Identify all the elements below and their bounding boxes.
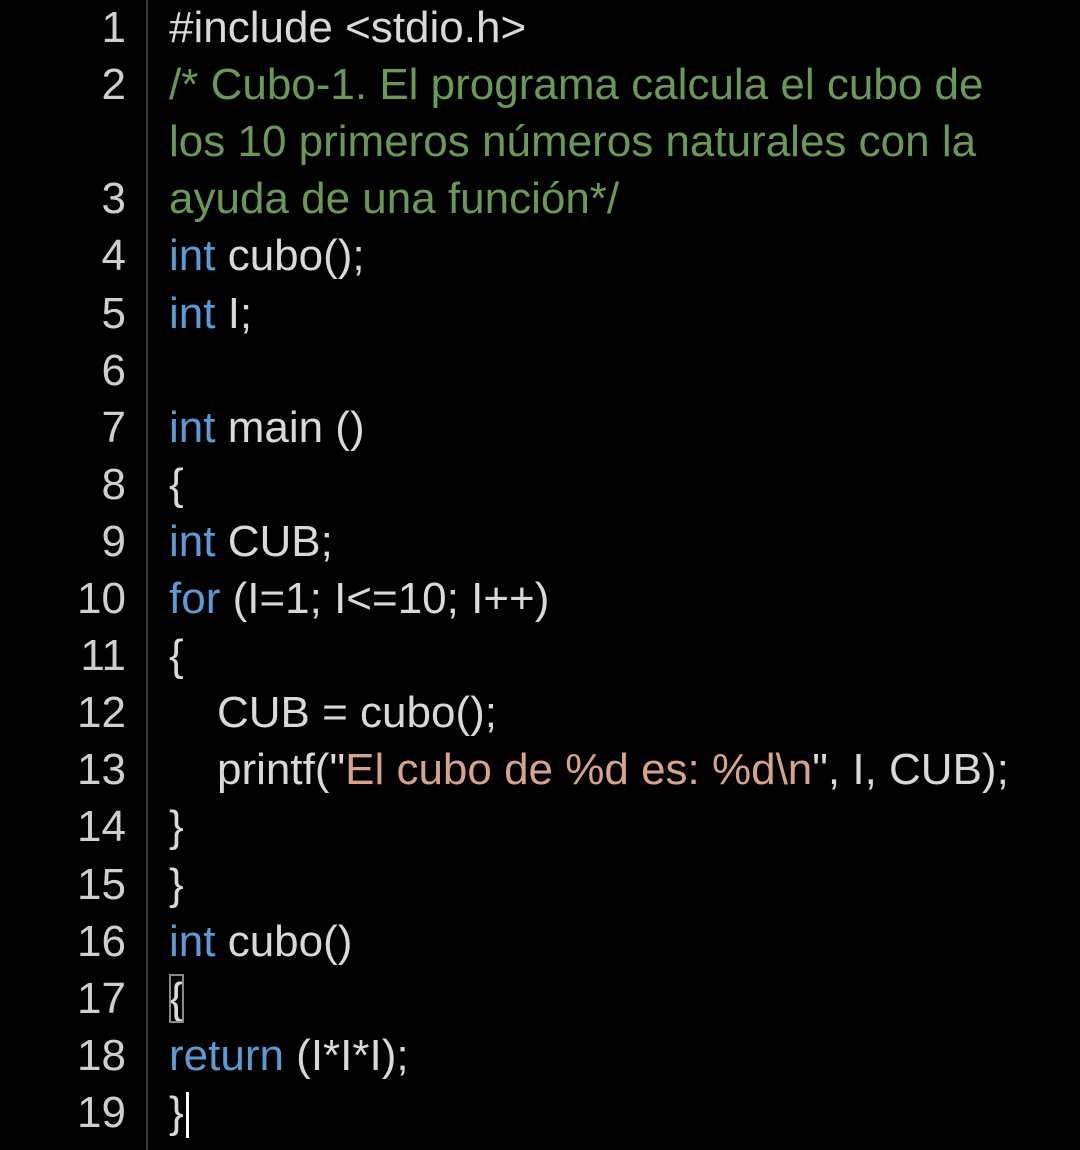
line-code[interactable]: /* Cubo-1. El programa calcula el cubo d… bbox=[169, 56, 983, 113]
keyword-token: int bbox=[169, 916, 216, 966]
code-token: { bbox=[169, 459, 184, 509]
code-token: I; bbox=[215, 288, 253, 338]
line-code[interactable]: { bbox=[169, 456, 184, 513]
line-code[interactable]: los 10 primeros números naturales con la bbox=[169, 113, 976, 170]
code-token: cubo() bbox=[215, 916, 353, 966]
text-cursor bbox=[185, 1092, 189, 1139]
line-code[interactable]: ayuda de una función*/ bbox=[169, 170, 619, 227]
line-number: 1 bbox=[101, 3, 126, 52]
code-token: } bbox=[169, 859, 184, 909]
line-number: 18 bbox=[77, 1030, 126, 1080]
line-number: 9 bbox=[101, 516, 126, 566]
code-token: (I*I*I); bbox=[283, 1030, 409, 1080]
line-number: 7 bbox=[101, 402, 126, 452]
line-number: 17 bbox=[77, 973, 126, 1023]
line-number: 15 bbox=[77, 859, 126, 909]
line-code[interactable]: int cubo() bbox=[169, 913, 352, 970]
code-token: { bbox=[169, 973, 184, 1023]
line-code[interactable]: int CUB; bbox=[169, 513, 333, 570]
keyword-token: int bbox=[169, 516, 216, 566]
comment-token: ayuda de una función*/ bbox=[169, 174, 620, 224]
code-editor[interactable]: 1 #include <stdio.h> 2 /* Cubo-1. El progra… bbox=[0, 0, 1080, 1150]
keyword-token: int bbox=[169, 231, 216, 281]
code-token: ", I, CUB); bbox=[812, 745, 1009, 795]
code-token: main () bbox=[215, 402, 365, 452]
code-token: CUB = cubo(); bbox=[217, 688, 497, 738]
line-code[interactable]: int I; bbox=[169, 285, 252, 342]
code-token: printf(" bbox=[217, 745, 346, 795]
line-code[interactable]: } bbox=[169, 856, 184, 913]
comment-token: /* Cubo-1. El programa calcula el cubo d… bbox=[169, 60, 984, 110]
line-number: 13 bbox=[77, 745, 126, 795]
line-number: 6 bbox=[101, 345, 126, 395]
line-code[interactable]: int main () bbox=[169, 399, 365, 456]
line-code[interactable]: } bbox=[169, 798, 184, 855]
line-code[interactable]: { bbox=[169, 627, 184, 684]
line-code[interactable]: CUB = cubo(); bbox=[217, 684, 497, 741]
keyword-token: int bbox=[169, 402, 216, 452]
line-number: 5 bbox=[101, 288, 126, 338]
keyword-token: for bbox=[169, 574, 221, 623]
line-code[interactable]: { bbox=[169, 970, 184, 1027]
code-token: CUB; bbox=[215, 516, 333, 566]
line-number: 10 bbox=[77, 574, 126, 623]
keyword-token: int bbox=[169, 288, 216, 338]
line-number: 2 bbox=[101, 60, 126, 110]
code-token: cubo(); bbox=[215, 231, 365, 281]
line-number: 12 bbox=[77, 688, 126, 738]
line-number: 19 bbox=[77, 1087, 126, 1137]
line-number: 4 bbox=[101, 231, 126, 281]
code-token: #include <stdio.h> bbox=[169, 3, 527, 52]
line-code[interactable]: printf("El cubo de %d es: %d\n", I, CUB)… bbox=[217, 741, 1009, 798]
code-token: (I=1; I<=10; I++) bbox=[220, 574, 550, 623]
line-number: 14 bbox=[77, 802, 126, 852]
string-token: El cubo de %d es: %d\n bbox=[345, 745, 813, 795]
line-number: 11 bbox=[80, 631, 126, 681]
code-token: } bbox=[169, 1087, 184, 1137]
line-number: 8 bbox=[101, 459, 126, 509]
gutter-divider bbox=[146, 0, 148, 1150]
keyword-token: return bbox=[169, 1030, 284, 1080]
line-number: 3 bbox=[101, 174, 126, 224]
line-code[interactable]: return (I*I*I); bbox=[169, 1027, 409, 1084]
code-token: } bbox=[169, 802, 184, 852]
comment-token: los 10 primeros números naturales con la bbox=[169, 117, 977, 167]
line-code[interactable]: for (I=1; I<=10; I++) bbox=[169, 570, 549, 627]
line-code[interactable]: #include <stdio.h> bbox=[169, 0, 526, 56]
line-code[interactable]: int cubo(); bbox=[169, 227, 365, 284]
line-number: 16 bbox=[77, 916, 126, 966]
code-token: { bbox=[169, 631, 184, 681]
line-code[interactable]: } bbox=[169, 1084, 189, 1141]
